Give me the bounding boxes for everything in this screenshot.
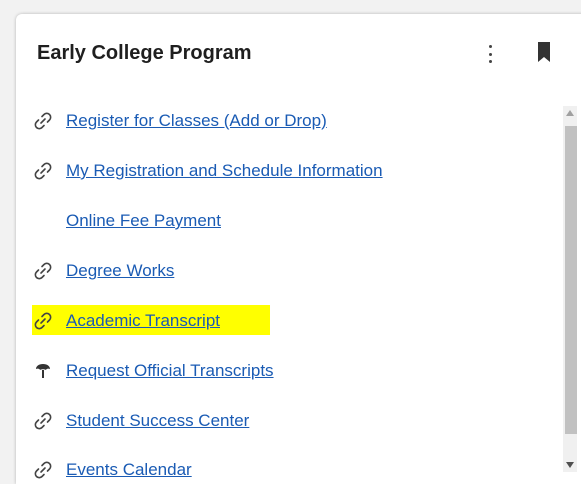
link-degree-works[interactable]: Degree Works xyxy=(66,261,174,281)
link-item-academic-transcript[interactable]: Academic Transcript xyxy=(32,305,220,337)
link-online-fee-payment[interactable]: Online Fee Payment xyxy=(66,211,221,231)
link-item-student-success[interactable]: Student Success Center xyxy=(32,405,249,437)
link-icon xyxy=(32,110,54,132)
scroll-down-arrow-icon[interactable] xyxy=(566,462,574,468)
link-item-registration-info[interactable]: My Registration and Schedule Information xyxy=(32,155,383,187)
link-request-official-transcripts[interactable]: Request Official Transcripts xyxy=(66,361,274,381)
link-item-register[interactable]: Register for Classes (Add or Drop) xyxy=(32,105,327,137)
link-icon xyxy=(32,310,54,332)
blank-icon xyxy=(32,210,54,232)
link-icon xyxy=(32,410,54,432)
link-events-calendar[interactable]: Events Calendar xyxy=(66,460,192,480)
card-title: Early College Program xyxy=(37,42,252,64)
link-registration-schedule[interactable]: My Registration and Schedule Information xyxy=(66,161,383,181)
tree-icon xyxy=(32,360,54,382)
scroll-up-arrow-icon[interactable] xyxy=(566,110,574,116)
scrollbar-thumb[interactable] xyxy=(565,126,577,434)
early-college-card: Early College Program Register for Class… xyxy=(16,14,581,484)
more-options-icon[interactable] xyxy=(482,43,498,65)
link-item-official-transcripts[interactable]: Request Official Transcripts xyxy=(32,355,274,387)
link-academic-transcript[interactable]: Academic Transcript xyxy=(66,311,220,331)
link-student-success-center[interactable]: Student Success Center xyxy=(66,411,249,431)
link-item-degree-works[interactable]: Degree Works xyxy=(32,255,174,287)
link-icon xyxy=(32,260,54,282)
link-icon xyxy=(32,160,54,182)
bookmark-icon[interactable] xyxy=(534,40,554,64)
link-item-events-calendar[interactable]: Events Calendar xyxy=(32,454,192,484)
link-item-fee-payment[interactable]: Online Fee Payment xyxy=(32,205,221,237)
link-register-classes[interactable]: Register for Classes (Add or Drop) xyxy=(66,111,327,131)
link-icon xyxy=(32,459,54,481)
